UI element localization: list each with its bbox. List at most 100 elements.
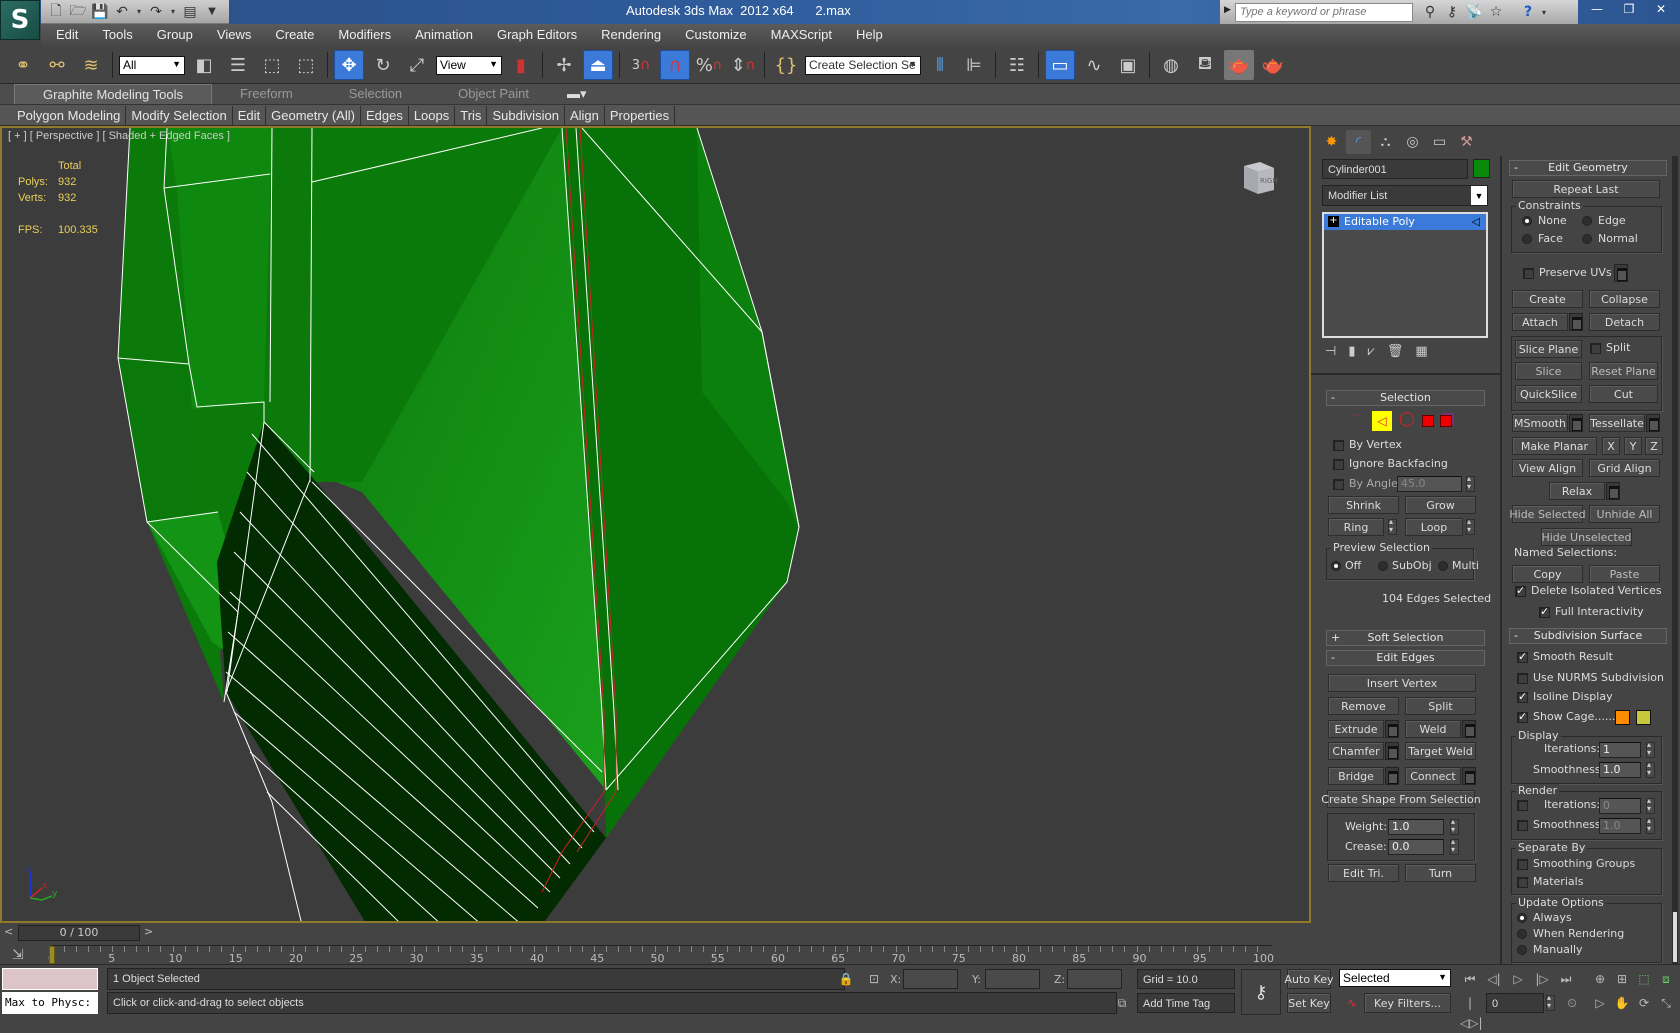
auto-key-button[interactable]: Auto Key xyxy=(1285,969,1334,989)
redo-icon[interactable]: ↷ xyxy=(147,3,165,21)
layer-manager-icon[interactable]: ☷ xyxy=(1002,50,1032,80)
z-coordinate-field[interactable] xyxy=(1067,969,1122,989)
keyboard-shortcut-override-icon[interactable]: ⏏ xyxy=(583,50,613,80)
target-weld-button[interactable]: Target Weld xyxy=(1405,742,1476,760)
tessellate-settings-button[interactable] xyxy=(1646,414,1660,432)
render-iterations-arrows[interactable] xyxy=(1646,796,1655,814)
mirror-icon[interactable]: ⫴ xyxy=(925,50,955,80)
orbit-icon[interactable]: ⟳ xyxy=(1634,993,1654,1013)
insert-vertex-button[interactable]: Insert Vertex xyxy=(1328,674,1476,692)
select-by-name-icon[interactable]: ☰ xyxy=(223,50,253,80)
make-planar-button[interactable]: Make Planar xyxy=(1512,437,1597,455)
time-slider-thumb[interactable] xyxy=(49,946,55,964)
command-panel-scrollbar[interactable] xyxy=(1672,156,1678,964)
zoom-icon[interactable]: ⊕ xyxy=(1590,969,1610,989)
smoothing-groups-checkbox[interactable] xyxy=(1517,859,1528,870)
menu-help[interactable]: Help xyxy=(844,24,895,46)
render-iterations-checkbox[interactable] xyxy=(1517,800,1528,811)
help-icon[interactable]: ? xyxy=(1517,2,1539,22)
planar-x-button[interactable]: X xyxy=(1602,437,1620,455)
field-of-view-icon[interactable]: ▷ xyxy=(1590,993,1610,1013)
satellite-icon[interactable]: 📡 xyxy=(1463,2,1485,22)
zoom-all-icon[interactable]: ⊞ xyxy=(1612,969,1632,989)
object-name-field[interactable]: Cylinder001 xyxy=(1322,159,1468,179)
panel-tris[interactable]: Tris xyxy=(455,105,488,125)
ignore-backfacing-checkbox[interactable] xyxy=(1333,459,1344,470)
align-icon[interactable]: ⊫ xyxy=(959,50,989,80)
pan-view-icon[interactable]: ✋ xyxy=(1612,993,1632,1013)
time-track[interactable]: 0510152025303540455055606570758085909510… xyxy=(48,945,1274,965)
help-dropdown-icon[interactable]: ▾ xyxy=(1539,2,1549,22)
viewcube[interactable]: RIGHT xyxy=(1238,158,1283,198)
preserve-uvs-checkbox[interactable] xyxy=(1523,268,1534,279)
render-smoothness-arrows[interactable] xyxy=(1646,816,1655,834)
by-vertex-checkbox[interactable] xyxy=(1333,440,1344,451)
detach-button[interactable]: Detach xyxy=(1589,313,1660,331)
menu-graph-editors[interactable]: Graph Editors xyxy=(485,24,589,46)
rectangular-selection-icon[interactable]: ⬚ xyxy=(257,50,287,80)
pin-stack-icon[interactable]: ⊣ xyxy=(1325,344,1336,364)
quickslice-button[interactable]: QuickSlice xyxy=(1515,385,1582,403)
menu-tools[interactable]: Tools xyxy=(90,24,144,46)
make-unique-icon[interactable]: ⩗ xyxy=(1367,344,1374,364)
angle-snap-icon[interactable]: ∩ xyxy=(660,50,690,80)
constraint-normal-radio[interactable] xyxy=(1582,234,1592,244)
key-mode-toggle-icon[interactable]: |◁▷| xyxy=(1460,993,1483,1030)
panel-edit[interactable]: Edit xyxy=(233,105,267,125)
render-setup-icon[interactable]: ⛾ xyxy=(1190,50,1220,80)
use-nurms-checkbox[interactable] xyxy=(1517,673,1528,684)
border-subobject-icon[interactable]: ◯ xyxy=(1398,411,1416,431)
tessellate-button[interactable]: Tessellate xyxy=(1589,414,1645,432)
by-angle-checkbox[interactable] xyxy=(1333,479,1344,490)
loop-button[interactable]: Loop xyxy=(1405,518,1463,536)
go-to-start-icon[interactable]: ⏮ xyxy=(1460,969,1480,989)
view-align-button[interactable]: View Align xyxy=(1512,459,1583,477)
weld-button[interactable]: Weld xyxy=(1405,720,1461,738)
time-tag-icon[interactable]: ⧉ xyxy=(1112,993,1132,1013)
create-tab-icon[interactable]: ✸ xyxy=(1319,130,1344,154)
planar-y-button[interactable]: Y xyxy=(1624,437,1642,455)
x-coordinate-field[interactable] xyxy=(903,969,958,989)
reference-coordinate-dropdown[interactable]: View xyxy=(436,55,502,75)
display-iterations-spinner[interactable]: 1 xyxy=(1599,742,1641,758)
update-when-rendering-radio[interactable] xyxy=(1517,929,1527,939)
ring-button[interactable]: Ring xyxy=(1328,518,1384,536)
panel-edges[interactable]: Edges xyxy=(361,105,409,125)
delete-isolated-vertices-checkbox[interactable] xyxy=(1515,584,1526,597)
paste-button[interactable]: Paste xyxy=(1589,565,1660,583)
loop-spinner[interactable] xyxy=(1466,517,1475,535)
create-button[interactable]: Create xyxy=(1512,290,1583,308)
bind-space-warp-icon[interactable]: ≋ xyxy=(76,50,106,80)
repeat-last-button[interactable]: Repeat Last xyxy=(1512,180,1660,198)
save-icon[interactable]: 💾 xyxy=(91,3,109,21)
split-checkbox[interactable] xyxy=(1590,343,1601,354)
absolute-mode-transform-icon[interactable]: ⊡ xyxy=(864,969,884,989)
chamfer-button[interactable]: Chamfer xyxy=(1328,742,1384,760)
menu-rendering[interactable]: Rendering xyxy=(589,24,673,46)
preview-off-radio[interactable] xyxy=(1331,561,1341,571)
close-icon[interactable]: ✕ xyxy=(1646,0,1676,18)
tab-graphite-modeling-tools[interactable]: Graphite Modeling Tools xyxy=(14,84,212,104)
maxscript-mini-listener-input[interactable]: Max to Physc: xyxy=(2,992,98,1014)
menu-modifiers[interactable]: Modifiers xyxy=(326,24,403,46)
key-mode-dropdown[interactable]: Selected xyxy=(1339,969,1451,987)
split-button[interactable]: Split xyxy=(1405,697,1476,715)
turn-button[interactable]: Turn xyxy=(1405,864,1476,882)
preview-subobj-radio[interactable] xyxy=(1378,561,1388,571)
weld-settings-button[interactable] xyxy=(1462,720,1476,738)
application-button[interactable]: S xyxy=(0,0,40,40)
tab-object-paint[interactable]: Object Paint xyxy=(430,84,557,104)
update-manually-radio[interactable] xyxy=(1517,945,1527,955)
panel-properties[interactable]: Properties xyxy=(605,105,676,125)
unhide-all-button[interactable]: Unhide All xyxy=(1589,505,1660,523)
weight-spinner[interactable]: 1.0 xyxy=(1388,819,1444,835)
isoline-display-checkbox[interactable] xyxy=(1517,690,1528,703)
rendered-frame-window-icon[interactable]: 🫖 xyxy=(1224,50,1254,80)
full-interactivity-checkbox[interactable] xyxy=(1539,605,1550,618)
motion-tab-icon[interactable]: ◎ xyxy=(1400,130,1425,154)
hide-unselected-button[interactable]: Hide Unselected xyxy=(1541,528,1632,546)
search-input[interactable] xyxy=(1235,2,1413,22)
crease-spinner-arrows[interactable] xyxy=(1450,837,1459,855)
weight-spinner-arrows[interactable] xyxy=(1450,817,1459,835)
menu-group[interactable]: Group xyxy=(145,24,205,46)
